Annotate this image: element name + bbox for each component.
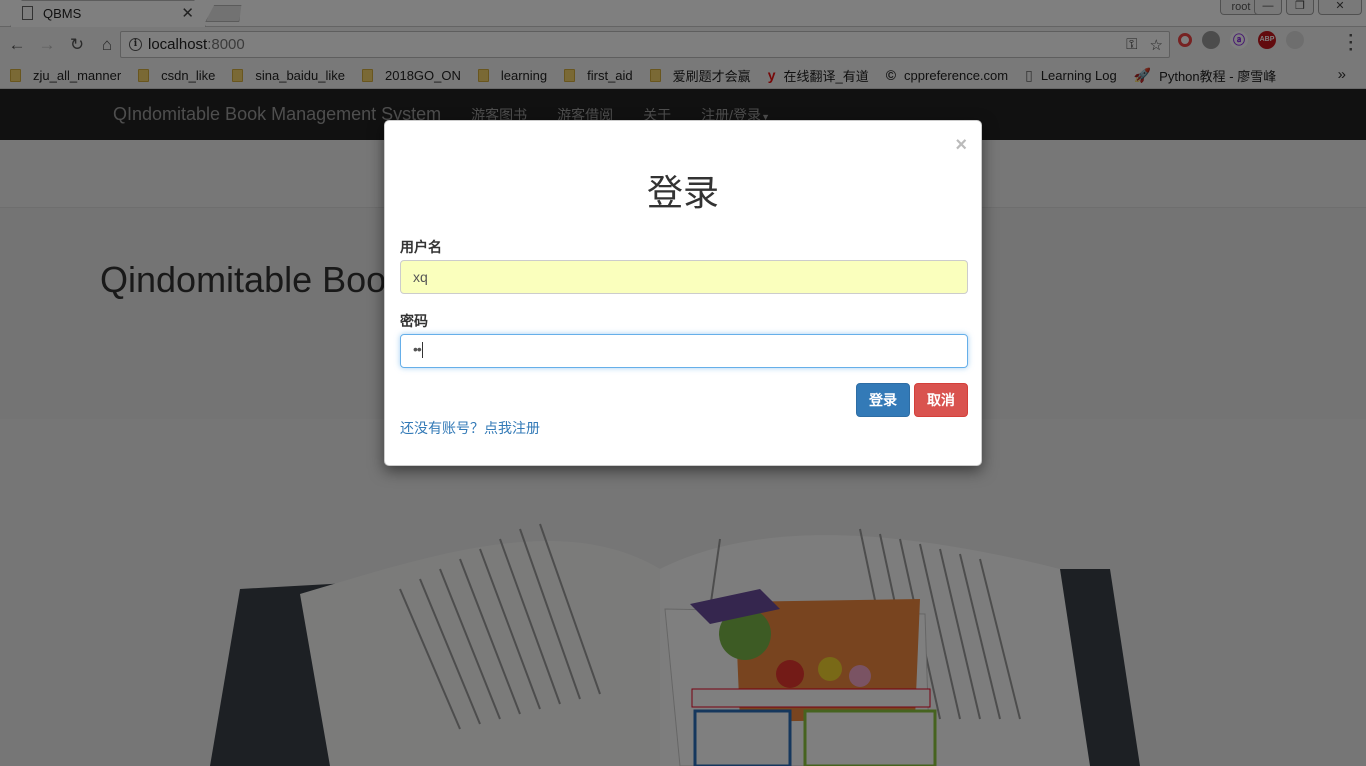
modal-close-icon[interactable]: × [955, 135, 967, 155]
password-label: 密码 [400, 313, 428, 329]
register-link[interactable]: 还没有账号？点我注册 [400, 418, 540, 438]
password-input[interactable]: •• [400, 334, 968, 368]
login-modal: × 登录 用户名 密码 •• 登录 取消 还没有账号？点我注册 [384, 120, 982, 466]
text-caret [421, 342, 423, 359]
login-button[interactable]: 登录 [856, 383, 910, 417]
username-input[interactable] [400, 260, 968, 294]
modal-title: 登录 [646, 172, 719, 213]
password-mask: •• [413, 341, 422, 357]
cancel-button[interactable]: 取消 [914, 383, 968, 417]
username-label: 用户名 [400, 239, 442, 255]
